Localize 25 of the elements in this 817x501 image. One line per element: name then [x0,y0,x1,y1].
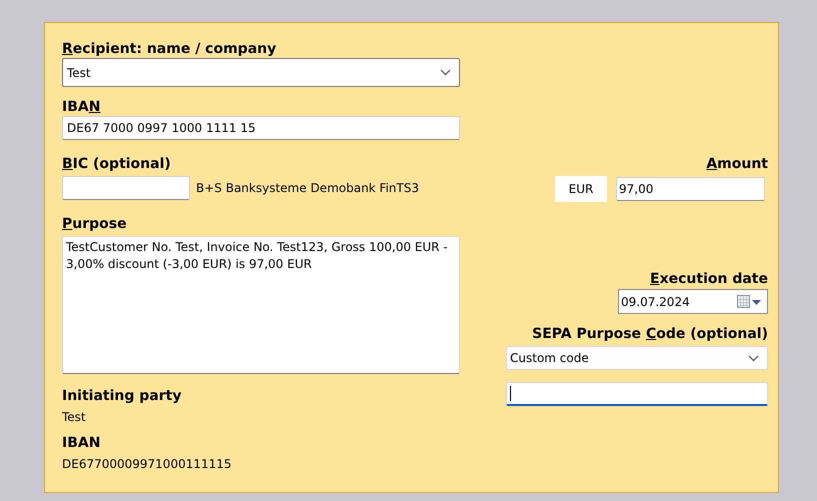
initiating-party-label: Initiating party [62,387,182,405]
recipient-label: Recipient: name / company [62,40,278,58]
purpose-code-dropdown[interactable]: Custom code [506,346,768,370]
purpose-label: Purpose [62,215,128,233]
recipient-combobox[interactable]: Test [62,58,460,87]
amount-label: Amount [706,155,768,173]
date-picker[interactable]: 09.07.2024 [618,289,768,314]
purpose-code-label: SEPA Purpose Code (optional) [532,325,768,343]
bic-field[interactable] [62,176,190,200]
iban-field[interactable]: DE67 7000 0997 1000 1111 15 [62,116,460,140]
bic-label: BIC (optional) [62,155,172,173]
purpose-textarea[interactable]: TestCustomer No. Test, Invoice No. Test123, Gross 100,00 EUR - 3,00% discount (-3,00 EUR) is 97,00 EUR [62,236,460,374]
bank-name: B+S Banksysteme Demobank FinTS3 [196,180,419,197]
iban-label: IBAN [62,434,102,452]
initiating-party-iban: DE67700009971000111115 [62,456,233,472]
text-cursor [510,386,511,401]
calendar-icon [737,294,763,308]
currency-label: EUR [555,176,607,202]
chevron-icon [748,354,759,362]
chevron-icon [440,69,451,76]
custom-code-field[interactable] [506,382,768,406]
iban-label: IBAN [62,98,102,116]
amount-field[interactable]: 97,00 [616,177,765,201]
execution-date-label: Execution date [650,270,768,288]
initiating-party-name: Test [62,409,87,425]
